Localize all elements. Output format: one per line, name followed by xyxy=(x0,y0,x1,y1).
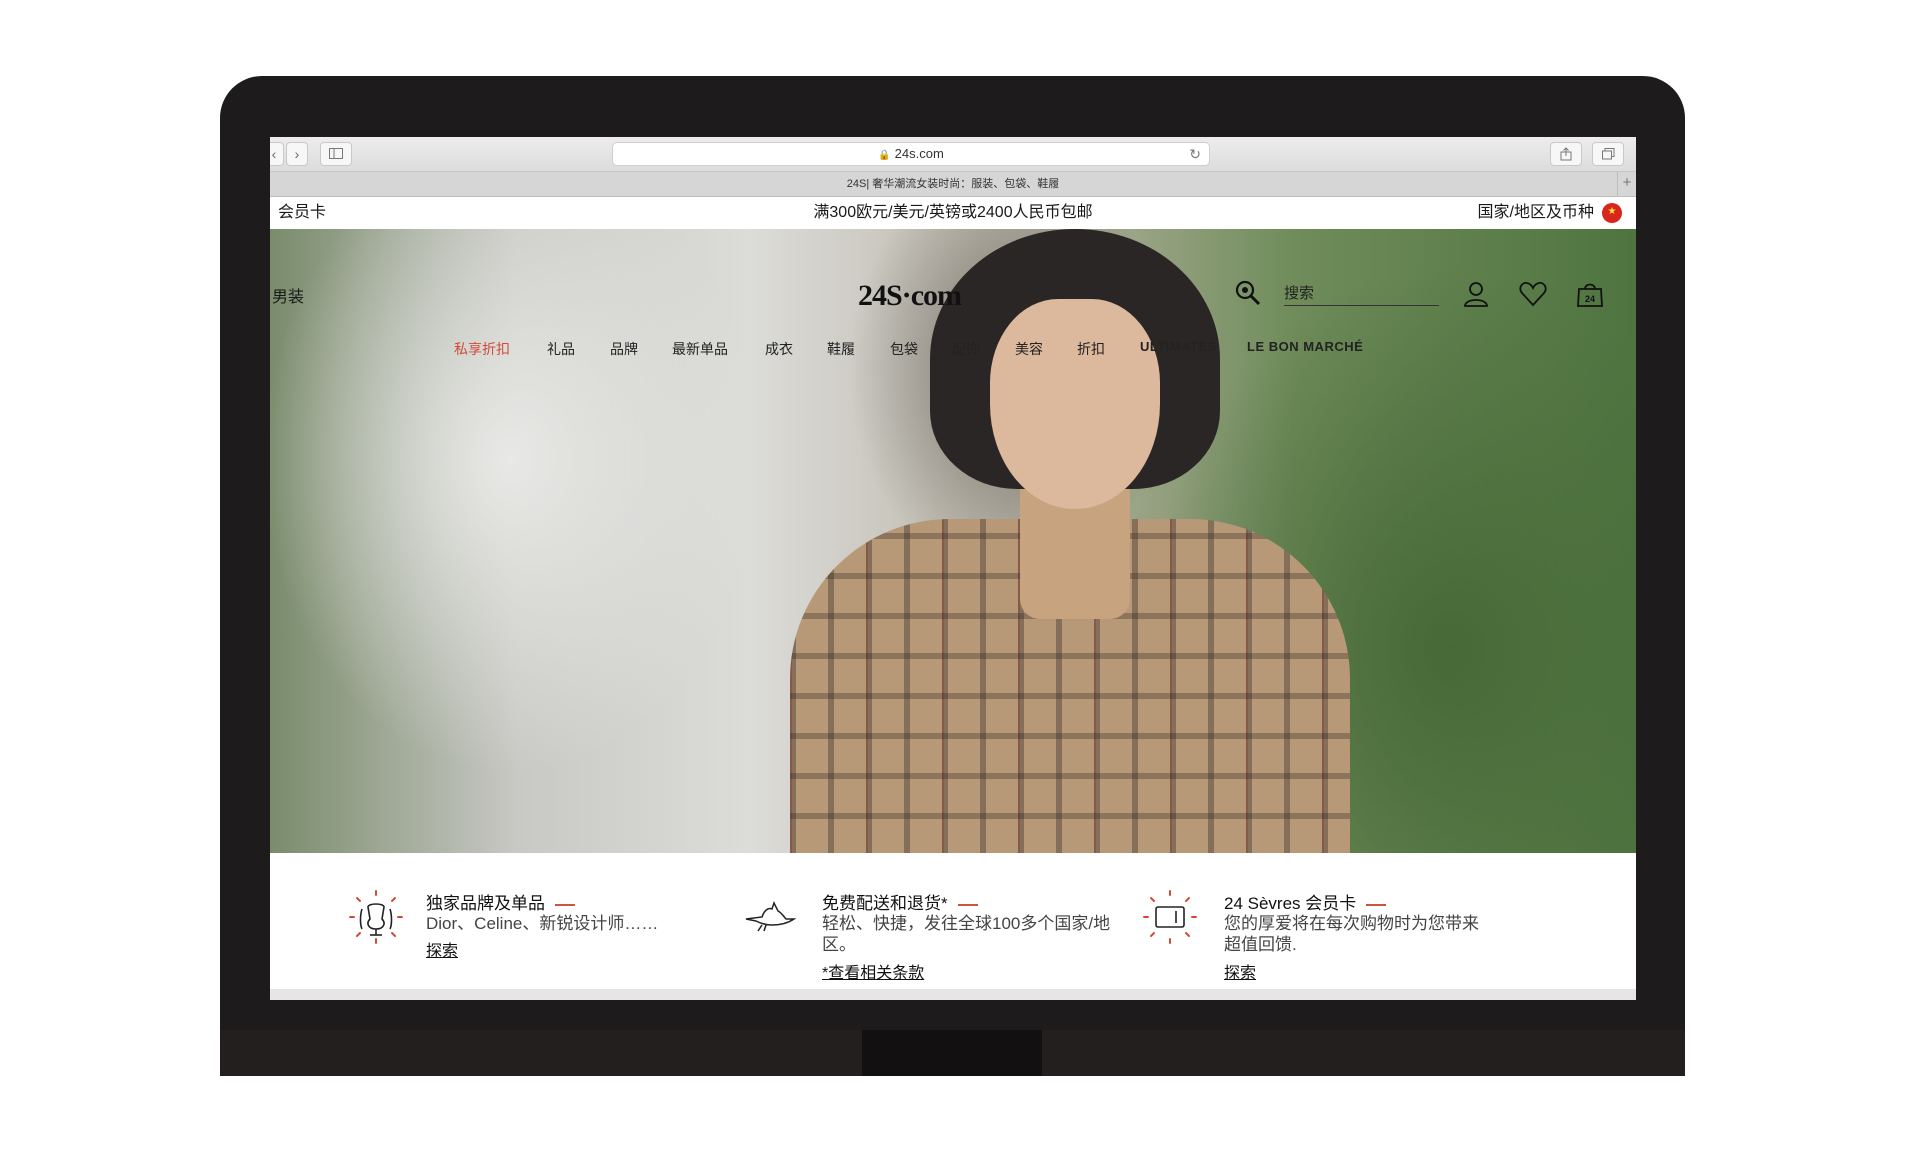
membership-card-icon xyxy=(1143,890,1197,944)
sidebar-icon xyxy=(329,148,343,159)
feature-explore-link[interactable]: 探索 xyxy=(426,937,458,961)
accent-dash xyxy=(1366,903,1387,906)
browser-screen: ‹ › 🔒 24s.com ↻ 24S| 奢华潮流女装时尚：服装、包袋、鞋履 +… xyxy=(270,137,1636,1000)
menu-item-bags[interactable]: 包袋 xyxy=(890,339,918,359)
hero-banner[interactable]: 男装 24S·com 24 私享折扣 礼品 xyxy=(270,229,1636,853)
feature-description: 您的厚爱将在每次购物时为您带来超值回馈. xyxy=(1224,914,1479,954)
feature-description: 轻松、快捷，发往全球100多个国家/地区。 xyxy=(822,914,1111,954)
menu-item-accessories[interactable]: 配饰 xyxy=(952,339,980,359)
sidebar-button[interactable] xyxy=(320,142,352,166)
menu-item-sale[interactable]: 折扣 xyxy=(1077,339,1105,359)
svg-text:24: 24 xyxy=(1585,294,1595,304)
tabs-icon xyxy=(1601,148,1614,160)
site-header: 男装 24S·com 24 私享折扣 礼品 xyxy=(270,229,1636,853)
menu-item-brands[interactable]: 品牌 xyxy=(610,339,638,359)
shopping-bag-icon[interactable]: 24 xyxy=(1575,279,1605,309)
feature-terms-link[interactable]: *查看相关条款 xyxy=(822,959,924,983)
chevron-left-icon: ‹ xyxy=(271,146,277,162)
menu-item-le-bon-marche[interactable]: LE BON MARCHÉ xyxy=(1247,339,1363,354)
delivery-bird-icon xyxy=(745,901,797,932)
menu-item-ultimates[interactable]: ULTIMATES xyxy=(1140,339,1217,354)
tabs-overview-button[interactable] xyxy=(1592,142,1624,166)
menu-item-shoes[interactable]: 鞋履 xyxy=(827,339,855,359)
menu-item-private-sale[interactable]: 私享折扣 xyxy=(454,339,510,359)
site-logo[interactable]: 24S·com xyxy=(858,279,962,313)
reload-icon[interactable]: ↻ xyxy=(1189,143,1201,165)
menu-item-beauty[interactable]: 美容 xyxy=(1015,339,1043,359)
search-input[interactable] xyxy=(1284,281,1439,306)
feature-explore-link[interactable]: 探索 xyxy=(1224,959,1256,983)
menu-item-new-arrivals[interactable]: 最新单品 xyxy=(672,339,728,359)
accent-dash xyxy=(957,903,978,906)
china-flag-icon: ★ xyxy=(1602,202,1622,223)
lock-icon: 🔒 xyxy=(878,150,891,161)
address-bar[interactable]: 🔒 24s.com ↻ xyxy=(612,142,1210,166)
laptop-notch xyxy=(862,1030,1042,1076)
tab-bar: 24S| 奢华潮流女装时尚：服装、包袋、鞋履 + xyxy=(270,172,1636,197)
chevron-right-icon: › xyxy=(294,146,300,162)
accent-dash xyxy=(555,903,575,906)
forward-button[interactable]: › xyxy=(286,142,308,166)
features-row: 独家品牌及单品 Dior、Celine、新锐设计师…… 探索 免费配送和退货* … xyxy=(270,853,1636,1000)
tab-title[interactable]: 24S| 奢华潮流女装时尚：服装、包袋、鞋履 xyxy=(847,178,1060,190)
new-tab-plus-icon[interactable]: + xyxy=(1617,172,1636,196)
gender-switch-men[interactable]: 男装 xyxy=(272,283,304,307)
share-icon xyxy=(1560,147,1572,161)
wishlist-heart-icon[interactable] xyxy=(1518,279,1548,309)
menu-item-gifts[interactable]: 礼品 xyxy=(547,339,575,359)
promo-bar: 会员卡 满300欧元/美元/英镑或2400人民币包邮 国家/地区及币种 ★ xyxy=(270,197,1636,229)
feature-title: 独家品牌及单品 xyxy=(426,889,575,914)
share-button[interactable] xyxy=(1550,142,1582,166)
exclusive-brands-mannequin-icon xyxy=(349,890,403,944)
country-currency-selector[interactable]: 国家/地区及币种 ★ xyxy=(1478,197,1622,229)
free-shipping-banner: 满300欧元/美元/英镑或2400人民币包邮 xyxy=(813,204,1093,221)
address-url: 24s.com xyxy=(894,146,944,161)
menu-item-ready-to-wear[interactable]: 成衣 xyxy=(765,339,793,359)
main-menu: 私享折扣 礼品 品牌 最新单品 成衣 鞋履 包袋 配饰 美容 折扣 ULTIMA… xyxy=(270,339,1636,367)
country-currency-label: 国家/地区及币种 xyxy=(1477,204,1594,221)
feature-title: 免费配送和退货* xyxy=(822,889,978,914)
feature-title: 24 Sèvres 会员卡 xyxy=(1224,889,1387,914)
back-button[interactable]: ‹ xyxy=(270,142,284,166)
browser-toolbar: ‹ › 🔒 24s.com ↻ xyxy=(270,137,1636,172)
page-fold-divider xyxy=(270,989,1636,1000)
feature-description: Dior、Celine、新锐设计师…… xyxy=(426,914,659,933)
account-icon[interactable] xyxy=(1461,279,1491,309)
search-icon[interactable] xyxy=(1234,279,1262,307)
